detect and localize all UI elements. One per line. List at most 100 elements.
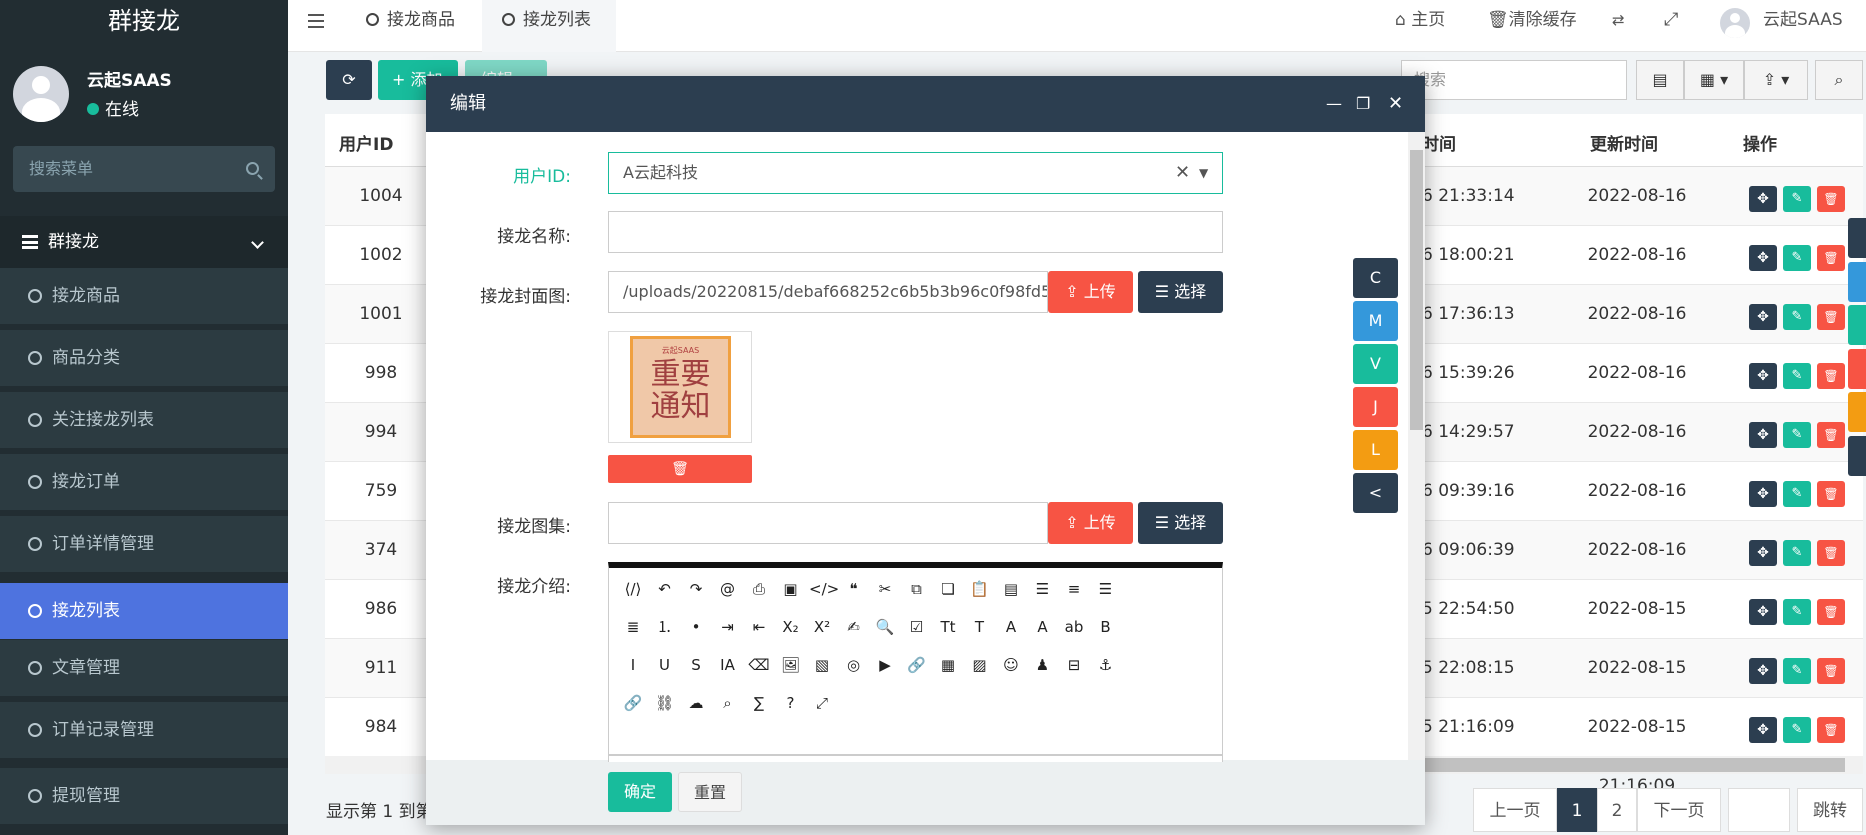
- user-id-select[interactable]: A云起科技 ✕ ▼: [608, 152, 1223, 194]
- paste-text-icon[interactable]: ❏: [935, 576, 961, 602]
- row-edit-button[interactable]: ✎: [1783, 481, 1811, 507]
- sidebar-item-order-details[interactable]: 订单详情管理: [0, 516, 288, 572]
- sidebar-item-jielong-goods[interactable]: 接龙商品: [0, 268, 288, 324]
- zoom-icon[interactable]: ⌕: [715, 690, 741, 716]
- ordered-list-icon[interactable]: ⒈: [652, 614, 678, 640]
- text-direction-icon[interactable]: IA: [715, 652, 741, 678]
- horizontal-rule-icon[interactable]: ▨: [967, 652, 993, 678]
- top-avatar[interactable]: [1720, 8, 1750, 38]
- row-edit-button[interactable]: ✎: [1783, 717, 1811, 743]
- video-icon[interactable]: ▶: [872, 652, 898, 678]
- format-painter-icon[interactable]: ✍: [841, 614, 867, 640]
- sidebar-item-jielong-list[interactable]: 接龙列表: [0, 583, 288, 639]
- row-delete-button[interactable]: 🗑: [1817, 245, 1845, 271]
- image-icon[interactable]: 🖼: [778, 652, 804, 678]
- preview-icon[interactable]: ▣: [778, 576, 804, 602]
- float-tab-j[interactable]: [1848, 349, 1866, 389]
- sidebar-item-follow-list[interactable]: 关注接龙列表: [0, 392, 288, 448]
- cover-upload-button[interactable]: ⇪ 上传: [1048, 271, 1133, 313]
- prev-page-button[interactable]: 上一页: [1473, 788, 1557, 832]
- code-icon[interactable]: </>: [809, 576, 839, 602]
- background-color-icon[interactable]: ab: [1061, 614, 1087, 640]
- float-tab-c[interactable]: [1848, 218, 1866, 258]
- row-edit-button[interactable]: ✎: [1783, 422, 1811, 448]
- row-delete-button[interactable]: 🗑: [1817, 717, 1845, 743]
- scrollbar-thumb[interactable]: [1425, 758, 1845, 772]
- italic-icon[interactable]: I: [620, 652, 646, 678]
- row-edit-button[interactable]: ✎: [1783, 186, 1811, 212]
- align-center-icon[interactable]: ≡: [1061, 576, 1087, 602]
- formula-icon[interactable]: ∑: [746, 690, 772, 716]
- row-edit-button[interactable]: ✎: [1783, 245, 1811, 271]
- sidebar-item-goods-category[interactable]: 商品分类: [0, 330, 288, 386]
- align-left-icon[interactable]: ☰: [1030, 576, 1056, 602]
- row-edit-button[interactable]: ✎: [1783, 304, 1811, 330]
- paste-icon[interactable]: 📋: [967, 576, 993, 602]
- bold-icon[interactable]: B: [1093, 614, 1119, 640]
- top-user-name[interactable]: 云起SAAS: [1763, 0, 1843, 40]
- drag-button[interactable]: ✥: [1749, 481, 1777, 507]
- checklist-icon[interactable]: ☑: [904, 614, 930, 640]
- undo-icon[interactable]: ↶: [652, 576, 678, 602]
- toggle-view-button[interactable]: ▤: [1636, 60, 1684, 100]
- row-delete-button[interactable]: 🗑: [1817, 422, 1845, 448]
- strikethrough-icon[interactable]: S: [683, 652, 709, 678]
- side-button-l[interactable]: L: [1353, 430, 1398, 470]
- row-edit-button[interactable]: ✎: [1783, 599, 1811, 625]
- float-tab-m[interactable]: [1848, 262, 1866, 302]
- confirm-button[interactable]: 确定: [608, 772, 672, 812]
- table-search-input[interactable]: 搜索: [1401, 60, 1627, 100]
- media-icon[interactable]: ◎: [841, 652, 867, 678]
- header-user-id[interactable]: 用户ID: [339, 130, 393, 155]
- header-update-time[interactable]: 更新时间: [1590, 130, 1658, 155]
- modal-scrollbar[interactable]: [1408, 132, 1425, 760]
- search-icon[interactable]: [246, 162, 259, 175]
- copy-icon[interactable]: ⧉: [904, 576, 930, 602]
- menu-section-header[interactable]: 群接龙: [0, 216, 288, 268]
- cover-thumbnail[interactable]: 云起SAAS 重要 通知: [608, 331, 752, 443]
- page-1-button[interactable]: 1: [1557, 788, 1597, 832]
- float-tab-l[interactable]: [1848, 392, 1866, 432]
- sidebar-item-order-records[interactable]: 订单记录管理: [0, 702, 288, 758]
- drag-button[interactable]: ✥: [1749, 363, 1777, 389]
- modal-scrollbar-thumb[interactable]: [1410, 150, 1423, 430]
- cover-input[interactable]: /uploads/20220815/debaf668252c6b5b3b96c0…: [608, 271, 1048, 313]
- underline-icon[interactable]: U: [652, 652, 678, 678]
- link-icon[interactable]: 🔗: [904, 652, 930, 678]
- clear-icon[interactable]: ✕: [1175, 153, 1190, 193]
- redo-icon[interactable]: ↷: [683, 576, 709, 602]
- source-icon[interactable]: ⟨/⟩: [620, 576, 646, 602]
- reset-button[interactable]: 重置: [678, 772, 742, 812]
- stamp-icon[interactable]: ♟: [1030, 652, 1056, 678]
- mention-icon[interactable]: @: [715, 576, 741, 602]
- quote-icon[interactable]: ❝: [841, 576, 867, 602]
- fullscreen-icon[interactable]: ⤢: [1664, 0, 1678, 40]
- row-delete-button[interactable]: 🗑: [1817, 304, 1845, 330]
- table-icon[interactable]: ▦: [935, 652, 961, 678]
- drag-button[interactable]: ✥: [1749, 717, 1777, 743]
- cut-icon[interactable]: ✂: [872, 576, 898, 602]
- drag-button[interactable]: ✥: [1749, 304, 1777, 330]
- header-create-time[interactable]: 时间: [1422, 130, 1456, 155]
- name-input[interactable]: [608, 211, 1223, 253]
- side-button-m[interactable]: M: [1353, 301, 1398, 341]
- font-color-icon[interactable]: A: [1030, 614, 1056, 640]
- eraser-icon[interactable]: ⌫: [746, 652, 772, 678]
- row-delete-button[interactable]: 🗑: [1817, 540, 1845, 566]
- side-button-v[interactable]: V: [1353, 344, 1398, 384]
- row-edit-button[interactable]: ✎: [1783, 658, 1811, 684]
- indent-icon[interactable]: ⇥: [715, 614, 741, 640]
- sidebar-item-orders[interactable]: 接龙订单: [0, 454, 288, 510]
- tab-jielong-goods[interactable]: 接龙商品: [366, 0, 476, 52]
- cover-choose-button[interactable]: ☰ 选择: [1138, 271, 1223, 313]
- columns-button[interactable]: ▦ ▾: [1684, 60, 1744, 100]
- justify-icon[interactable]: ≣: [620, 614, 646, 640]
- insert-link-icon[interactable]: 🔗: [620, 690, 646, 716]
- side-button-collapse[interactable]: <: [1353, 473, 1398, 513]
- side-button-j[interactable]: J: [1353, 387, 1398, 427]
- align-right-icon[interactable]: ☰: [1093, 576, 1119, 602]
- tab-jielong-list[interactable]: 接龙列表: [482, 0, 616, 52]
- font-size-icon[interactable]: T: [967, 614, 993, 640]
- row-delete-button[interactable]: 🗑: [1817, 363, 1845, 389]
- unlink-icon[interactable]: ⛓: [652, 690, 678, 716]
